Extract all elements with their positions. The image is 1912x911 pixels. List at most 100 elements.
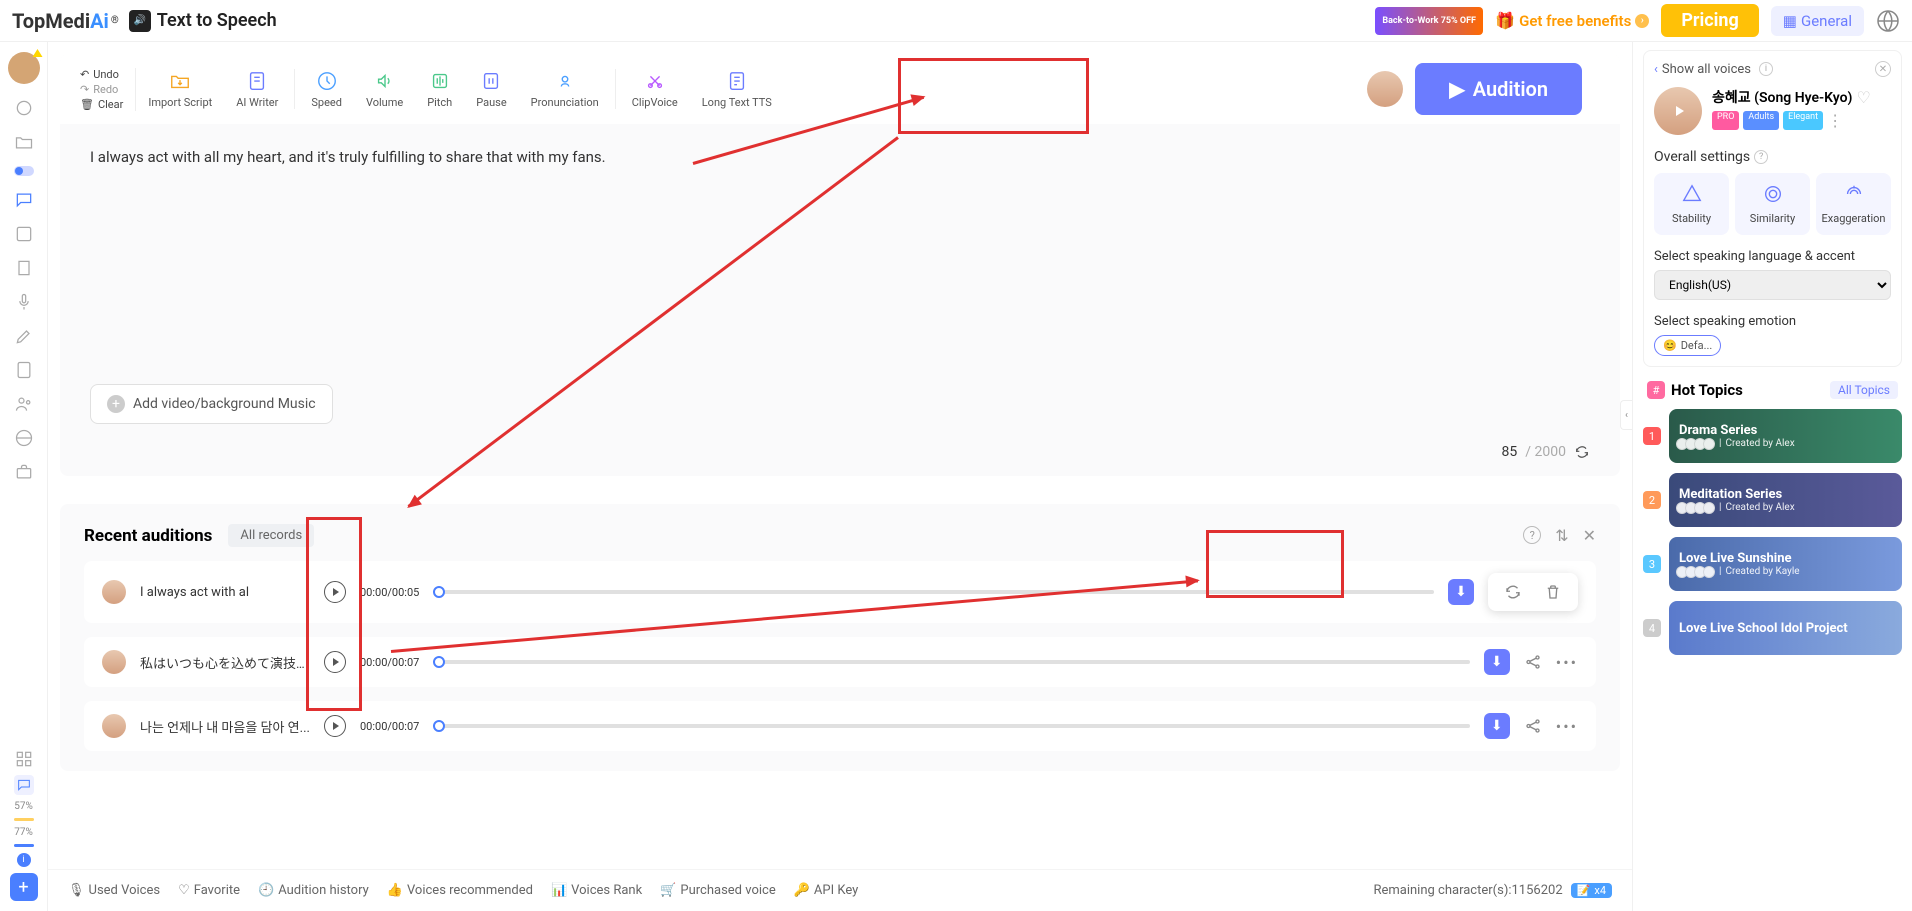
side-icon-active-chat[interactable] (14, 775, 34, 795)
side-icon-briefcase[interactable] (14, 462, 34, 482)
longtext-button[interactable]: Long Text TTS (690, 70, 784, 109)
side-icon-globe[interactable] (14, 428, 34, 448)
used-voices-link[interactable]: 🎙 Used Voices (68, 883, 160, 898)
pronunciation-button[interactable]: Pronunciation (519, 70, 611, 109)
import-script-button[interactable]: Import Script (136, 70, 224, 109)
topic-number: 4 (1643, 619, 1661, 637)
hot-topics-header: # Hot Topics All Topics (1643, 377, 1902, 409)
topic-row-1[interactable]: 1 Drama Series | Created by Alex (1643, 409, 1902, 463)
more-icon[interactable]: ••• (1556, 653, 1578, 672)
stability-tile[interactable]: Stability (1654, 173, 1729, 235)
tts-icon: 🔊 (129, 10, 151, 32)
clipvoice-label: ClipVoice (632, 96, 678, 109)
all-records-tab[interactable]: All records (228, 524, 314, 547)
topic-row-2[interactable]: 2 Meditation Series | Created by Alex (1643, 473, 1902, 527)
retry-icon[interactable] (1504, 583, 1522, 601)
promo-banner[interactable]: Back-to-Work 75% OFF (1375, 7, 1483, 35)
side-icon-chat[interactable] (14, 190, 34, 210)
voices-recommended-link[interactable]: 👍 Voices recommended (387, 883, 533, 898)
audition-history-link[interactable]: 🕘 Audition history (258, 883, 369, 898)
collapse-panel-tab[interactable]: ‹ (1620, 400, 1632, 430)
free-benefits-label: Get free benefits (1519, 12, 1631, 30)
refresh-icon[interactable] (1574, 444, 1590, 460)
add-media-button[interactable]: + Add video/background Music (90, 384, 333, 424)
download-button[interactable]: ⬇ (1448, 579, 1474, 605)
clear-button[interactable]: 🗑 Clear (80, 98, 123, 111)
play-button[interactable] (324, 651, 346, 673)
heart-icon[interactable]: ♡ (1856, 88, 1870, 107)
pitch-button[interactable]: Pitch (415, 70, 464, 109)
download-button[interactable]: ⬇ (1484, 713, 1510, 739)
favorite-link[interactable]: ♡ Favorite (178, 883, 240, 898)
topic-row-4[interactable]: 4 Love Live School Idol Project (1643, 601, 1902, 655)
add-button[interactable]: + (10, 873, 38, 901)
pricing-button[interactable]: Pricing (1661, 4, 1758, 37)
text-editor[interactable]: I always act with all my heart, and it's… (60, 124, 1620, 364)
voices-rank-link[interactable]: 📊 Voices Rank (551, 883, 642, 898)
editor-card: ↶ Undo ↷ Redo 🗑 Clear Import Script AI W… (60, 54, 1620, 476)
api-key-link[interactable]: 🔑 API Key (794, 883, 859, 898)
side-icon-5[interactable] (14, 224, 34, 244)
voice-avatar[interactable] (1654, 87, 1702, 135)
undo-button[interactable]: ↶ Undo (80, 68, 123, 81)
exaggeration-tile[interactable]: Exaggeration (1816, 173, 1891, 235)
play-button[interactable] (324, 581, 346, 603)
bottom-bar: 🎙 Used Voices ♡ Favorite 🕘 Audition hist… (48, 869, 1632, 911)
side-icon-mic[interactable] (14, 292, 34, 312)
side-icon-6[interactable] (14, 258, 34, 278)
logo[interactable]: TopMediAi ® (12, 9, 119, 33)
divider (294, 69, 295, 109)
side-icon-folder[interactable] (14, 132, 34, 152)
side-icon-apps[interactable] (14, 749, 34, 769)
show-all-voices-link[interactable]: ‹ Show all voices i ✕ (1654, 61, 1891, 77)
pause-button[interactable]: Pause (464, 70, 518, 109)
audition-button[interactable]: ▶ Audition (1415, 63, 1582, 115)
all-topics-link[interactable]: All Topics (1830, 381, 1898, 399)
clipvoice-button[interactable]: ClipVoice (620, 70, 690, 109)
info-badge[interactable]: i (17, 853, 31, 867)
general-label: General (1801, 12, 1852, 30)
play-button[interactable] (324, 715, 346, 737)
globe-icon[interactable] (1876, 9, 1900, 33)
download-button[interactable]: ⬇ (1484, 649, 1510, 675)
share-icon[interactable] (1524, 717, 1542, 735)
close-section-icon[interactable]: ✕ (1875, 61, 1891, 77)
similarity-tile[interactable]: Similarity (1735, 173, 1810, 235)
progress-slider[interactable] (433, 660, 1469, 664)
x4-badge[interactable]: 📝 x4 (1571, 883, 1612, 898)
progress-slider[interactable] (433, 590, 1434, 594)
side-icon-1[interactable] (14, 98, 34, 118)
row-text: I always act with al (140, 585, 310, 600)
recent-icons: ? ⇅ ✕ (1523, 526, 1596, 545)
volume-button[interactable]: Volume (354, 70, 415, 109)
speed-button[interactable]: Speed (299, 70, 354, 109)
user-avatar[interactable] (8, 52, 40, 84)
side-toggle[interactable] (14, 166, 34, 176)
free-benefits-link[interactable]: 🎁 Get free benefits › (1495, 11, 1649, 30)
more-badge-icon[interactable]: ⋮ (1827, 111, 1843, 130)
voice-avatar-toolbar[interactable] (1367, 71, 1403, 107)
more-icon[interactable]: ••• (1556, 717, 1578, 736)
x4-label: x4 (1594, 884, 1606, 897)
close-icon[interactable]: ✕ (1583, 526, 1596, 545)
share-icon[interactable] (1524, 653, 1542, 671)
help-icon[interactable]: ? (1754, 150, 1768, 164)
language-select[interactable]: English(US) (1654, 270, 1891, 300)
help-icon[interactable]: ? (1523, 526, 1541, 544)
side-icon-pen[interactable] (14, 326, 34, 346)
ai-writer-button[interactable]: AI Writer (224, 70, 290, 109)
show-all-label: Show all voices (1662, 62, 1751, 77)
redo-button[interactable]: ↷ Redo (80, 83, 123, 96)
general-button[interactable]: ▦ General (1771, 6, 1864, 36)
purchased-voice-link[interactable]: 🛒 Purchased voice (660, 883, 776, 898)
recent-header: Recent auditions All records ? ⇅ ✕ (84, 524, 1596, 547)
progress-slider[interactable] (433, 724, 1469, 728)
delete-icon[interactable] (1544, 583, 1562, 601)
sort-icon[interactable]: ⇅ (1555, 526, 1568, 545)
side-icon-doc[interactable] (14, 360, 34, 380)
topic-row-3[interactable]: 3 Love Live Sunshine | Created by Kayle (1643, 537, 1902, 591)
language-label: Select speaking language & accent (1654, 249, 1891, 264)
emotion-pill[interactable]: 😊 Defa... (1654, 335, 1721, 356)
side-icon-users[interactable] (14, 394, 34, 414)
bottom-right: Remaining character(s):1156202 📝 x4 (1373, 883, 1612, 898)
